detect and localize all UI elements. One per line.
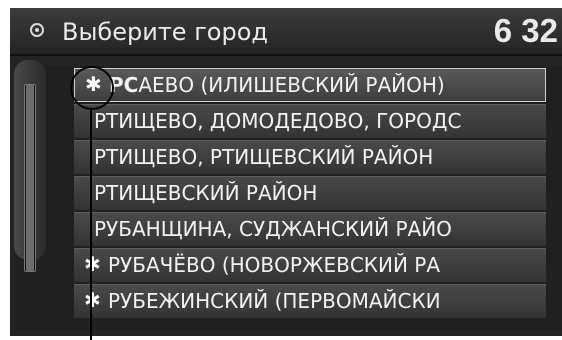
list-item[interactable]: РТИЩЕВСКИЙ РАЙОН (74, 176, 546, 210)
page-title: Выберите город (62, 18, 268, 46)
scrollbar-thumb[interactable] (26, 85, 34, 271)
star-icon: ✱ (84, 288, 101, 312)
list-item-label: РУБЕЖИНСКИЙ (ПЕРВОМАЙСКИ (108, 289, 441, 313)
list-item-text: РУБАЧЁВО (НОВОРЖЕВСКИЙ РА (108, 253, 441, 277)
list-item-text: АЕВО (ИЛИШЕВСКИЙ РАЙОН) (138, 73, 445, 97)
scrollbar[interactable] (24, 84, 36, 272)
list-item-text: РТИЩЕВСКИЙ РАЙОН (94, 181, 318, 205)
list-item-text: РУБЕЖИНСКИЙ (ПЕРВОМАЙСКИ (108, 289, 441, 313)
list-item-label: РТИЩЕВО, ДОМОДЕДОВО, ГОРОДС (94, 109, 461, 133)
list-item[interactable]: ✱ РУБАЧЁВО (НОВОРЖЕВСКИЙ РА (74, 248, 546, 282)
list-item[interactable]: РУБАНЩИНА, СУДЖАНСКИЙ РАЙО (74, 212, 546, 246)
round-button-icon[interactable] (30, 23, 44, 37)
header-bar: Выберите город 6 32 (10, 8, 562, 56)
list-item[interactable]: ✱ РУБЕЖИНСКИЙ (ПЕРВОМАЙСКИ (74, 284, 546, 318)
callout-circle (70, 66, 114, 110)
callout-line (90, 110, 92, 340)
list-item-label: РТИЩЕВО, РТИЩЕВСКИЙ РАЙОН (94, 145, 433, 169)
list-item-text: РУБАНЩИНА, СУДЖАНСКИЙ РАЙО (94, 217, 452, 241)
list-item[interactable]: РТИЩЕВО, РТИЩЕВСКИЙ РАЙОН (74, 140, 546, 174)
list-item-text: РТИЩЕВО, ДОМОДЕДОВО, ГОРОДС (94, 109, 462, 133)
list-item-label: РТИЩЕВСКИЙ РАЙОН (94, 181, 317, 205)
list-item[interactable]: ✱ РСАЕВО (ИЛИШЕВСКИЙ РАЙОН) (74, 68, 546, 102)
list-item-label: РУБАЧЁВО (НОВОРЖЕВСКИЙ РА (108, 253, 440, 277)
list-item-label: РУБАНЩИНА, СУДЖАНСКИЙ РАЙО (94, 217, 452, 241)
list-item-text: РТИЩЕВО, РТИЩЕВСКИЙ РАЙОН (94, 145, 434, 169)
star-icon: ✱ (84, 252, 101, 276)
list-item[interactable]: РТИЩЕВО, ДОМОДЕДОВО, ГОРОДС (74, 104, 546, 138)
list-item-label: РСАЕВО (ИЛИШЕВСКИЙ РАЙОН) (109, 73, 445, 97)
clock: 6 32 (493, 12, 558, 49)
